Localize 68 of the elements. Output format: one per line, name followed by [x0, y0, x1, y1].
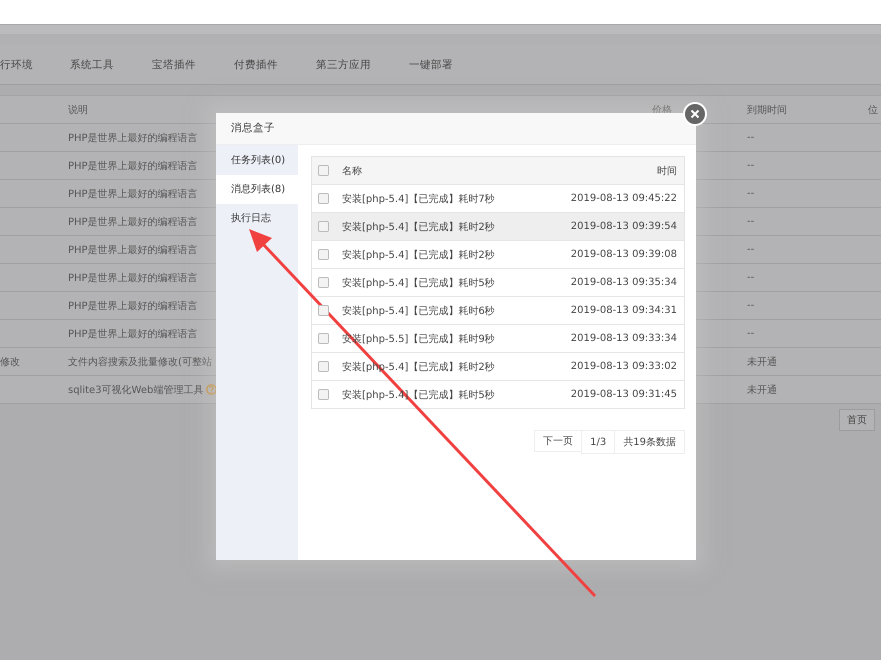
table-cell-text: 未开通	[747, 384, 777, 396]
checkbox[interactable]	[318, 249, 329, 260]
table-cell: --	[747, 132, 754, 143]
table-cell: --	[747, 188, 754, 199]
table-row[interactable]: 安装[php-5.4]【已完成】耗时2秒 2019-08-13 09:39:54	[312, 213, 684, 241]
table-cell-text: 安装[php-5.4]【已完成】耗时2秒	[342, 220, 496, 234]
dialog-title: 消息盒子	[216, 113, 696, 145]
checkbox[interactable]	[318, 165, 329, 176]
table-row[interactable]: 安装[php-5.4]【已完成】耗时5秒 2019-08-13 09:35:34	[312, 269, 684, 297]
nav-tab[interactable]: 系统工具	[70, 58, 114, 72]
sidebar-item[interactable]: 执行日志	[216, 204, 298, 233]
table-cell: 2019-08-13 09:33:02	[570, 361, 677, 372]
table-cell: --	[747, 300, 754, 311]
checkbox[interactable]	[318, 221, 329, 232]
page-info: 1/3	[581, 430, 616, 454]
table-cell-text: 安装[php-5.4]【已完成】耗时5秒	[342, 276, 496, 290]
table-cell-text: sqlite3可视化Web端管理工具	[68, 384, 204, 396]
column-header: 到期时间	[747, 104, 787, 116]
table-cell: --	[747, 244, 754, 255]
table-cell-text: PHP是世界上最好的编程语言	[68, 300, 198, 312]
close-icon	[690, 109, 700, 119]
checkbox[interactable]	[318, 193, 329, 204]
page-button[interactable]: 首页	[839, 409, 875, 431]
table-cell: 2019-08-13 09:33:34	[570, 333, 677, 344]
table-cell: 2019-08-13 09:35:34	[570, 277, 677, 288]
table-cell: 2019-08-13 09:31:45	[570, 389, 677, 400]
table-cell-text: 安装[php-5.4]【已完成】耗时6秒	[342, 304, 496, 318]
next-page-button[interactable]: 下一页	[534, 430, 582, 452]
table-cell: --	[747, 328, 754, 339]
column-header: 时间	[657, 164, 677, 178]
nav-tab[interactable]: 一键部署	[409, 58, 453, 72]
page-info: 共19条数据	[614, 430, 685, 454]
table-cell-text: 安装[php-5.4]【已完成】耗时2秒	[342, 248, 496, 262]
nav-tab[interactable]: 付费插件	[234, 58, 278, 72]
table-cell-text: 修改	[0, 356, 20, 368]
table-cell-text: 安装[php-5.4]【已完成】耗时7秒	[342, 192, 496, 206]
nav-tab[interactable]: 宝塔插件	[152, 58, 196, 72]
column-header: 名称	[342, 164, 363, 178]
checkbox[interactable]	[318, 361, 329, 372]
checkbox[interactable]	[318, 305, 329, 316]
table-row[interactable]: 安装[php-5.4]【已完成】耗时2秒 2019-08-13 09:39:08	[312, 241, 684, 269]
help-icon[interactable]	[206, 384, 218, 395]
table-cell-text: PHP是世界上最好的编程语言	[68, 132, 198, 144]
nav-tab[interactable]: 第三方应用	[316, 58, 371, 72]
table-cell-text: PHP是世界上最好的编程语言	[68, 188, 198, 200]
table-cell-text: 文件内容搜索及批量修改(可整站	[68, 356, 212, 368]
table-cell: --	[747, 216, 754, 227]
column-header: 位	[868, 104, 878, 116]
checkbox[interactable]	[318, 389, 329, 400]
sidebar-item[interactable]: 消息列表(8)	[216, 175, 298, 204]
nav-tab[interactable]: 行环境	[0, 58, 33, 72]
table-cell-text: PHP是世界上最好的编程语言	[68, 328, 198, 340]
table-cell-text: PHP是世界上最好的编程语言	[68, 272, 198, 284]
table-cell-text: PHP是世界上最好的编程语言	[68, 160, 198, 172]
table-cell-text: PHP是世界上最好的编程语言	[68, 216, 198, 228]
checkbox[interactable]	[318, 277, 329, 288]
table-cell-text: 未开通	[747, 356, 777, 368]
table-cell: 2019-08-13 09:34:31	[570, 305, 677, 316]
table-cell-text: PHP是世界上最好的编程语言	[68, 244, 198, 256]
table-cell: 2019-08-13 09:39:54	[570, 221, 677, 232]
table-row[interactable]: 安装[php-5.4]【已完成】耗时6秒 2019-08-13 09:34:31	[312, 297, 684, 325]
table-cell: --	[747, 272, 754, 283]
sidebar-item[interactable]: 任务列表(0)	[216, 146, 298, 175]
table-cell: 2019-08-13 09:45:22	[570, 193, 677, 204]
column-header: 说明	[68, 104, 88, 116]
table-cell: 2019-08-13 09:39:08	[570, 249, 677, 260]
checkbox[interactable]	[318, 333, 329, 344]
table-cell: --	[747, 160, 754, 171]
